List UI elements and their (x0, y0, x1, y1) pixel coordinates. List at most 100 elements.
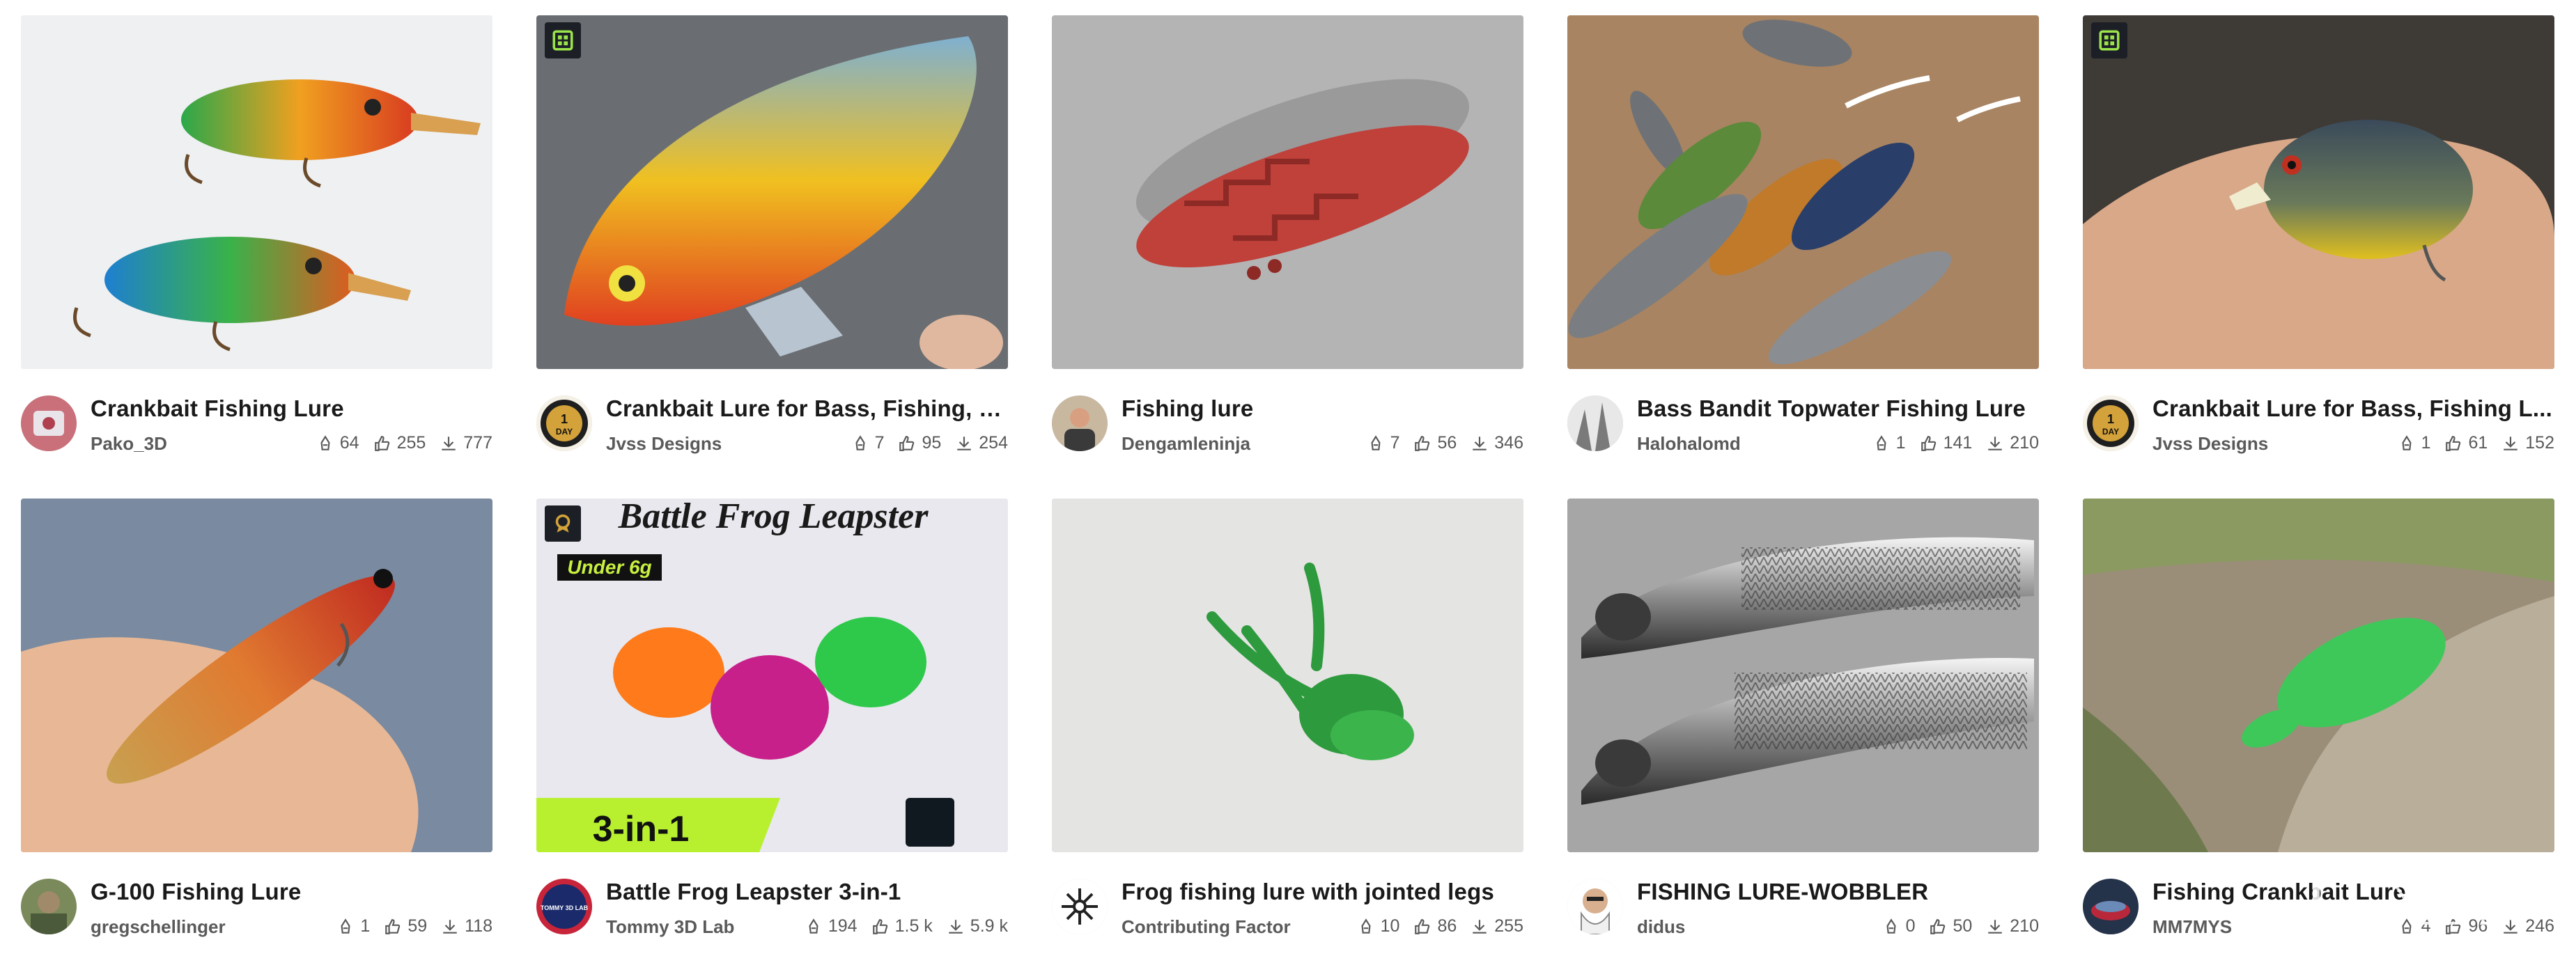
downloads-count: 210 (1986, 433, 2039, 453)
author-avatar[interactable] (1567, 395, 1623, 451)
author-avatar[interactable] (2083, 879, 2139, 934)
model-thumbnail[interactable] (1567, 499, 2039, 852)
author-name[interactable]: didus (1637, 916, 1685, 938)
downloads-count: 254 (955, 433, 1008, 453)
model-thumbnail[interactable] (1052, 499, 1523, 852)
downloads-count: 152 (2501, 433, 2554, 453)
thumbs-up-icon (385, 918, 401, 934)
makes-count: 0 (1882, 916, 1915, 936)
model-title[interactable]: G-100 Fishing Lure (91, 879, 492, 905)
download-icon (949, 919, 963, 934)
author-name[interactable]: Jvss Designs (2152, 433, 2268, 455)
author-avatar[interactable] (1052, 395, 1108, 451)
model-title[interactable]: Battle Frog Leapster 3-in-1 (606, 879, 1008, 905)
model-thumbnail[interactable] (536, 15, 1008, 369)
download-icon (1473, 919, 1487, 934)
author-avatar[interactable]: 1 DAY (536, 395, 592, 451)
download-icon (1988, 436, 2003, 450)
makes-count: 10 (1357, 916, 1399, 936)
image-sub-text: Under 6g (567, 556, 651, 578)
model-title[interactable]: Crankbait Lure for Bass, Fishing L... (2152, 395, 2554, 422)
model-grid: Crankbait Fishing Lure Pako_3D 64 255 77… (21, 15, 2554, 965)
author-name[interactable]: Pako_3D (91, 433, 167, 455)
thumbs-up-icon (1415, 435, 1430, 451)
model-meta: Fishing lure Dengamleninja 7 56 346 (1052, 369, 1523, 482)
model-stats: 7 95 254 (851, 433, 1008, 453)
model-card[interactable]: Fishing lure Dengamleninja 7 56 346 (1052, 15, 1523, 482)
model-card[interactable]: 1 DAY Crankbait Lure for Bass, Fishing L.… (2083, 15, 2554, 482)
makes-icon (1371, 434, 1381, 450)
author-avatar[interactable] (1052, 879, 1108, 934)
author-avatar[interactable] (1567, 879, 1623, 934)
model-thumbnail[interactable] (2083, 15, 2554, 369)
model-title[interactable]: Bass Bandit Topwater Fishing Lure (1637, 395, 2039, 422)
thumbs-up-icon (374, 435, 389, 451)
makes-icon (855, 434, 865, 450)
author-avatar[interactable]: 1 DAY (2083, 395, 2139, 451)
download-icon (442, 436, 456, 450)
author-name[interactable]: MM7MYS (2152, 916, 2232, 938)
download-icon (1988, 919, 2003, 934)
thumbs-up-icon (1930, 918, 1946, 934)
makes-count: 64 (316, 433, 359, 453)
likes-count: 61 (2444, 433, 2488, 453)
likes-count: 1.5 k (871, 916, 933, 936)
grid-badge-icon (545, 505, 581, 542)
download-icon (2504, 436, 2518, 450)
model-title[interactable]: Frog fishing lure with jointed legs (1122, 879, 1523, 905)
downloads-count: 346 (1471, 433, 1523, 453)
model-title[interactable]: FISHING LURE-WOBBLER (1637, 879, 2039, 905)
model-thumbnail[interactable] (1567, 15, 2039, 369)
model-card[interactable]: Crankbait Fishing Lure Pako_3D 64 255 77… (21, 15, 492, 482)
likes-count: 95 (898, 433, 941, 453)
makes-count: 7 (851, 433, 884, 453)
author-name[interactable]: Jvss Designs (606, 433, 722, 455)
downloads-count: 777 (440, 433, 492, 453)
author-name[interactable]: Contributing Factor (1122, 916, 1291, 938)
model-stats: 1 141 210 (1872, 433, 2039, 453)
makes-icon (1886, 918, 1896, 934)
svg-text:1: 1 (561, 412, 568, 426)
model-stats: 64 255 777 (316, 433, 492, 453)
author-name[interactable]: Halohalomd (1637, 433, 1741, 455)
model-title[interactable]: Fishing lure (1122, 395, 1523, 422)
model-thumbnail[interactable]: Battle Frog Leapster Under 6g 3-in-1 (536, 499, 1008, 852)
model-meta: G-100 Fishing Lure gregschellinger 1 59 … (21, 852, 492, 965)
likes-count: 86 (1413, 916, 1457, 936)
likes-count: 50 (1929, 916, 1972, 936)
makes-icon (809, 918, 818, 934)
author-avatar[interactable]: TOMMY 3D LAB (536, 879, 592, 934)
model-thumbnail[interactable] (2083, 499, 2554, 852)
model-card[interactable]: FISHING LURE-WOBBLER didus 0 50 210 (1567, 499, 2039, 965)
thumbs-up-icon (2446, 435, 2461, 451)
author-name[interactable]: Dengamleninja (1122, 433, 1250, 455)
image-heading-text: Battle Frog Leapster (618, 499, 929, 536)
xda-watermark: XDA (2299, 862, 2563, 939)
svg-text:DAY: DAY (2102, 427, 2119, 437)
model-thumbnail[interactable] (21, 499, 492, 852)
model-card[interactable]: Frog fishing lure with jointed legs Cont… (1052, 499, 1523, 965)
model-stats: 1 59 118 (336, 916, 492, 936)
download-icon (443, 919, 457, 934)
makes-icon (1361, 918, 1371, 934)
model-title[interactable]: Crankbait Fishing Lure (91, 395, 492, 422)
model-thumbnail[interactable] (1052, 15, 1523, 369)
makes-icon (320, 434, 330, 450)
author-name[interactable]: gregschellinger (91, 916, 226, 938)
svg-text:XDA: XDA (2391, 870, 2527, 936)
model-card[interactable]: G-100 Fishing Lure gregschellinger 1 59 … (21, 499, 492, 965)
model-card[interactable]: Battle Frog Leapster Under 6g 3-in-1 TOM… (536, 499, 1008, 965)
author-avatar[interactable] (21, 879, 77, 934)
makes-count: 1 (336, 916, 370, 936)
model-card[interactable]: 1 DAY Crankbait Lure for Bass, Fishing, T… (536, 15, 1008, 482)
model-thumbnail[interactable] (21, 15, 492, 369)
makes-count: 7 (1367, 433, 1399, 453)
model-title[interactable]: Crankbait Lure for Bass, Fishing, T... (606, 395, 1008, 422)
author-avatar[interactable] (21, 395, 77, 451)
likes-count: 141 (1920, 433, 1972, 453)
author-name[interactable]: Tommy 3D Lab (606, 916, 734, 938)
makes-count: 194 (805, 916, 858, 936)
grid-badge-icon (545, 22, 581, 58)
model-card[interactable]: Bass Bandit Topwater Fishing Lure Haloha… (1567, 15, 2039, 482)
downloads-count: 210 (1986, 916, 2039, 936)
